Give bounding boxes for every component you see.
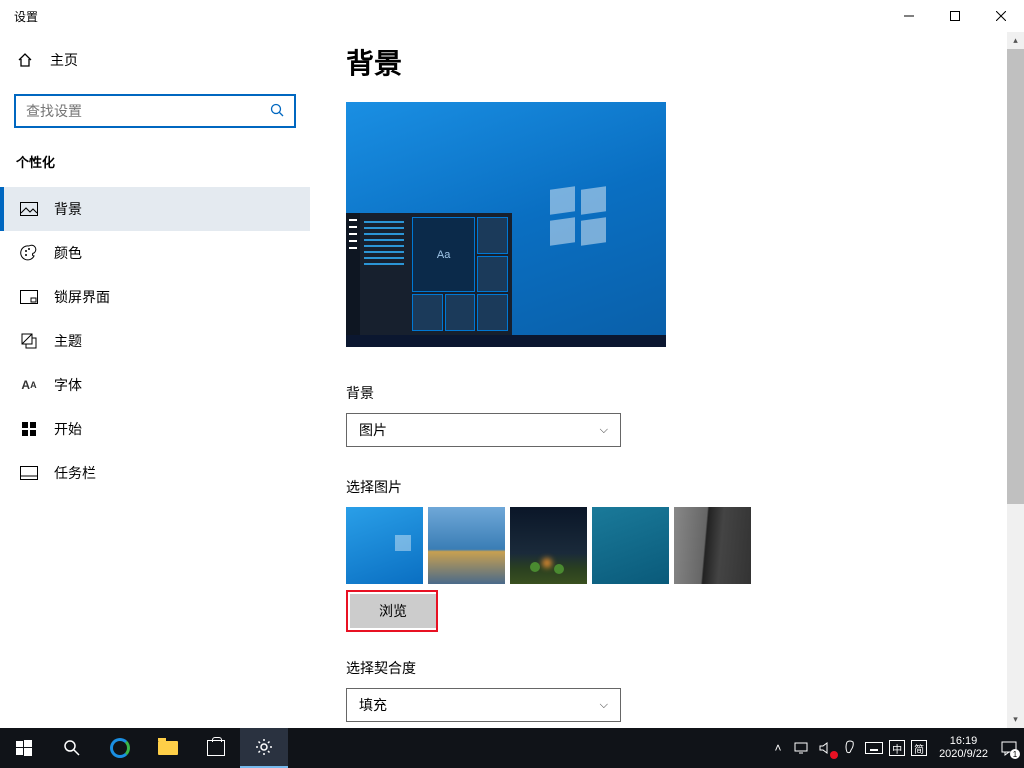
nav-label: 开始: [54, 419, 82, 439]
windows-logo-icon: [550, 188, 606, 244]
choose-picture-label: 选择图片: [346, 477, 1024, 497]
notification-badge: 1: [1010, 749, 1020, 759]
category-title: 个性化: [0, 152, 310, 187]
ime-indicator-1[interactable]: 中: [889, 740, 905, 756]
clock-time: 16:19: [939, 735, 988, 748]
thumbnail-5[interactable]: [674, 507, 751, 584]
chevron-down-icon: ⌵: [600, 424, 608, 437]
taskbar-settings[interactable]: [240, 728, 288, 768]
nav-start[interactable]: 开始: [0, 407, 310, 451]
background-type-dropdown[interactable]: 图片 ⌵: [346, 413, 621, 447]
thumbnail-3[interactable]: [510, 507, 587, 584]
taskbar-search[interactable]: [48, 728, 96, 768]
window-controls: [886, 0, 1024, 32]
nav-lockscreen[interactable]: 锁屏界面: [0, 275, 310, 319]
page-title: 背景: [346, 42, 1024, 82]
dropdown-value: 图片: [359, 420, 387, 440]
browse-highlight: 浏览: [346, 590, 438, 632]
nav-label: 任务栏: [54, 463, 96, 483]
nav-label: 锁屏界面: [54, 287, 110, 307]
taskbar-explorer[interactable]: [144, 728, 192, 768]
picture-thumbnails: [346, 507, 1024, 584]
tray-keyboard-icon[interactable]: [865, 739, 883, 757]
background-preview: Aa: [346, 102, 666, 347]
vertical-scrollbar[interactable]: ▴ ▾: [1007, 32, 1024, 728]
chevron-down-icon: ⌵: [600, 699, 608, 712]
browse-button[interactable]: 浏览: [350, 594, 436, 628]
taskbar-edge[interactable]: [96, 728, 144, 768]
background-label: 背景: [346, 383, 1024, 403]
home-link[interactable]: 主页: [0, 40, 310, 80]
nav-label: 颜色: [54, 243, 82, 263]
search-icon: [270, 103, 284, 120]
fit-label: 选择契合度: [346, 658, 1024, 678]
content-area: 背景 Aa 背景 图片 ⌵ 选择图片: [310, 32, 1024, 728]
taskbar-icon: [20, 464, 38, 482]
sidebar: 主页 个性化 背景 颜色 锁屏界面 主题 AA 字体 开始: [0, 32, 310, 728]
theme-icon: [20, 332, 38, 350]
tray-app-icon[interactable]: [841, 739, 859, 757]
home-label: 主页: [50, 50, 78, 70]
titlebar: 设置: [0, 0, 1024, 32]
nav-label: 字体: [54, 375, 82, 395]
start-button[interactable]: [0, 728, 48, 768]
notification-center[interactable]: 1: [1000, 739, 1018, 757]
scroll-up-arrow[interactable]: ▴: [1007, 32, 1024, 49]
font-icon: AA: [20, 376, 38, 394]
fit-dropdown[interactable]: 填充 ⌵: [346, 688, 621, 722]
nav-label: 主题: [54, 331, 82, 351]
start-menu-preview: Aa: [346, 213, 512, 335]
dropdown-value: 填充: [359, 695, 387, 715]
tray-network-icon[interactable]: [793, 739, 811, 757]
nav-taskbar[interactable]: 任务栏: [0, 451, 310, 495]
minimize-button[interactable]: [886, 0, 932, 32]
os-taskbar: ˄ 中 简 16:19 2020/9/22 1: [0, 728, 1024, 768]
home-icon: [16, 51, 34, 69]
thumbnail-2[interactable]: [428, 507, 505, 584]
close-button[interactable]: [978, 0, 1024, 32]
search-input[interactable]: [26, 103, 270, 119]
ime-indicator-2[interactable]: 简: [911, 740, 927, 756]
clock-date: 2020/9/22: [939, 748, 988, 761]
thumbnail-1[interactable]: [346, 507, 423, 584]
scroll-thumb[interactable]: [1007, 49, 1024, 504]
nav-label: 背景: [54, 199, 82, 219]
taskbar-store[interactable]: [192, 728, 240, 768]
maximize-button[interactable]: [932, 0, 978, 32]
lockscreen-icon: [20, 288, 38, 306]
nav-background[interactable]: 背景: [0, 187, 310, 231]
start-icon: [20, 420, 38, 438]
palette-icon: [20, 244, 38, 262]
tray-overflow[interactable]: ˄: [769, 739, 787, 757]
scroll-down-arrow[interactable]: ▾: [1007, 711, 1024, 728]
thumbnail-4[interactable]: [592, 507, 669, 584]
window-title: 设置: [14, 8, 38, 25]
search-box[interactable]: [14, 94, 296, 128]
taskbar-clock[interactable]: 16:19 2020/9/22: [933, 735, 994, 761]
tray-volume-muted-icon[interactable]: [817, 739, 835, 757]
preview-tile-text: Aa: [412, 217, 475, 292]
nav-fonts[interactable]: AA 字体: [0, 363, 310, 407]
picture-icon: [20, 200, 38, 218]
nav-colors[interactable]: 颜色: [0, 231, 310, 275]
nav-themes[interactable]: 主题: [0, 319, 310, 363]
